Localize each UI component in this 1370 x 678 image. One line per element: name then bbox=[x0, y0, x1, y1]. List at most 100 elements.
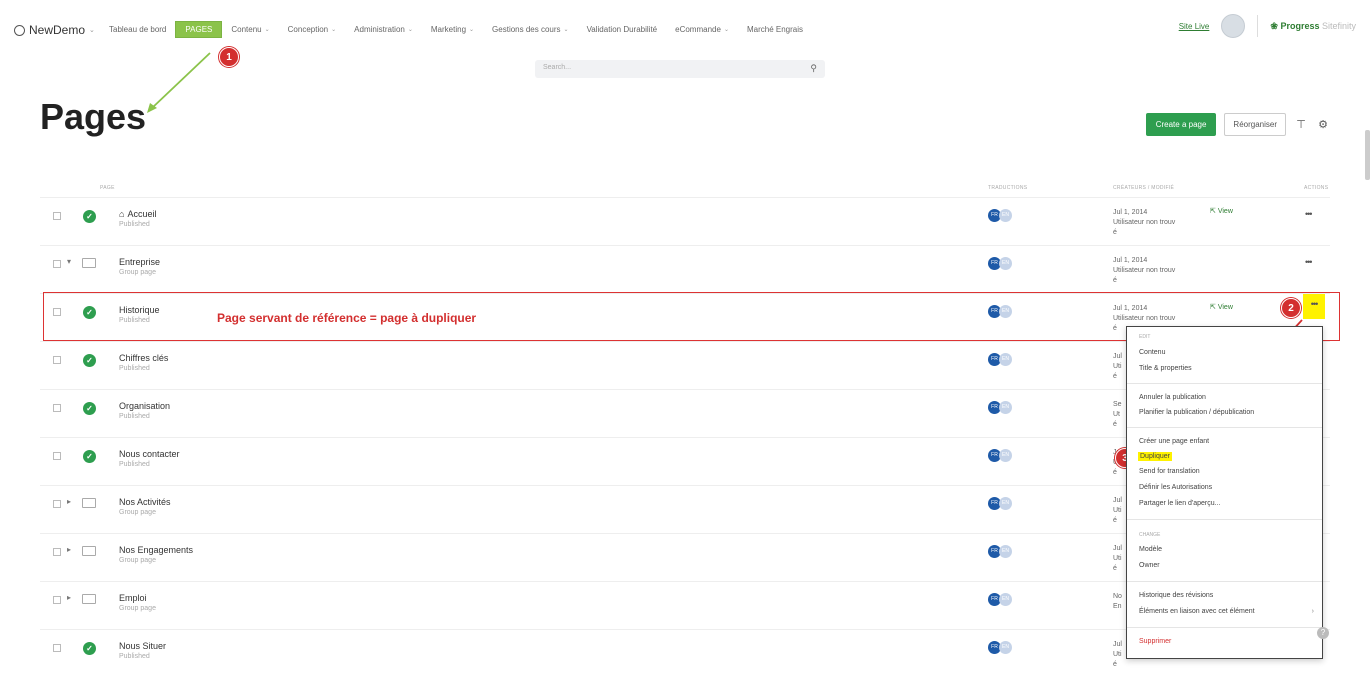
nav-item-9[interactable]: Marché Engrais bbox=[738, 21, 812, 38]
filter-icon[interactable]: ⊤ bbox=[1294, 118, 1308, 131]
expand-toggle-icon[interactable]: ▾ bbox=[67, 257, 71, 266]
menu-item-revision-history[interactable]: Historique des révisions bbox=[1139, 592, 1213, 599]
lang-badge-en[interactable]: EN bbox=[999, 401, 1012, 414]
nav-item-label: Validation Durabilité bbox=[586, 25, 658, 34]
expand-toggle-icon[interactable]: ▸ bbox=[67, 593, 71, 602]
menu-item-share-preview[interactable]: Partager le lien d'aperçu... bbox=[1139, 500, 1221, 507]
menu-item-owner[interactable]: Owner bbox=[1139, 562, 1160, 569]
translation-badges: FR EN bbox=[988, 257, 1012, 270]
vertical-scrollbar[interactable] bbox=[1365, 130, 1370, 180]
folder-icon bbox=[82, 594, 96, 604]
page-name[interactable]: Nos Engagements bbox=[119, 545, 193, 555]
nav-item-8[interactable]: eCommande ⌄ bbox=[666, 21, 738, 38]
row-checkbox[interactable] bbox=[53, 404, 61, 412]
menu-item-unpublish[interactable]: Annuler la publication bbox=[1139, 394, 1206, 401]
menu-header-edit: Edit bbox=[1139, 334, 1151, 340]
page-name[interactable]: Nos Activités bbox=[119, 497, 171, 507]
table-row[interactable]: ✓ ⌂ Accueil Published FR EN Jul 1, 2014 Utilisa… bbox=[40, 197, 1330, 246]
menu-item-title-properties[interactable]: Title & properties bbox=[1139, 365, 1192, 372]
expand-toggle-icon[interactable]: ▸ bbox=[67, 545, 71, 554]
row-checkbox[interactable] bbox=[53, 212, 61, 220]
gear-icon[interactable]: ⚙ bbox=[1316, 118, 1330, 131]
row-checkbox[interactable] bbox=[53, 452, 61, 460]
row-checkbox[interactable] bbox=[53, 356, 61, 364]
logo-suffix: Sitefinity bbox=[1321, 20, 1356, 31]
nav-item-5[interactable]: Marketing ⌄ bbox=[422, 21, 483, 38]
site-live-link[interactable]: Site Live bbox=[1179, 22, 1210, 31]
nav-item-3[interactable]: Conception ⌄ bbox=[279, 21, 346, 38]
menu-item-create-child[interactable]: Créer une page enfant bbox=[1139, 438, 1209, 445]
menu-item-related-items[interactable]: Éléments en liaison avec cet élément bbox=[1139, 608, 1255, 615]
page-name[interactable]: Entreprise bbox=[119, 257, 160, 267]
row-checkbox[interactable] bbox=[53, 260, 61, 268]
page-actions-menu: Edit Contenu Title & properties Annuler … bbox=[1126, 326, 1323, 659]
lang-badge-en[interactable]: EN bbox=[999, 545, 1012, 558]
nav-item-0[interactable]: Tableau de bord bbox=[100, 21, 175, 38]
more-actions-icon[interactable]: ••• bbox=[1305, 209, 1313, 219]
nav-item-7[interactable]: Validation Durabilité bbox=[578, 21, 667, 38]
menu-item-schedule[interactable]: Planifier la publication / dépublication bbox=[1139, 409, 1254, 416]
row-checkbox[interactable] bbox=[53, 596, 61, 604]
lang-badge-en[interactable]: EN bbox=[999, 353, 1012, 366]
modified-date: Jul bbox=[1113, 497, 1122, 504]
menu-item-template[interactable]: Modèle bbox=[1139, 546, 1162, 553]
site-name: NewDemo bbox=[29, 23, 86, 37]
nav-item-label: Conception bbox=[287, 25, 329, 34]
modified-date: Jul 1, 2014 bbox=[1113, 209, 1148, 216]
page-name[interactable]: Nous contacter bbox=[119, 449, 180, 459]
lang-badge-en[interactable]: EN bbox=[999, 449, 1012, 462]
help-icon[interactable]: ? bbox=[1317, 627, 1329, 639]
menu-item-permissions[interactable]: Définir les Autorisations bbox=[1139, 484, 1212, 491]
folder-icon bbox=[82, 498, 96, 508]
page-status: Published bbox=[119, 221, 150, 228]
site-selector[interactable]: NewDemo ⌄ bbox=[14, 23, 95, 37]
row-checkbox[interactable] bbox=[53, 644, 61, 652]
nav-item-label: Gestions des cours bbox=[492, 25, 561, 34]
view-link[interactable]: ⇱ View bbox=[1210, 207, 1233, 215]
modified-author: Uti bbox=[1113, 651, 1122, 658]
lang-badge-en[interactable]: EN bbox=[999, 209, 1012, 222]
nav-item-1[interactable]: PAGES bbox=[175, 21, 223, 38]
search-icon[interactable]: ⚲ bbox=[810, 63, 817, 74]
modified-info: Jul 1, 2014 Utilisateur non trouv é bbox=[1113, 208, 1223, 238]
top-navbar: NewDemo ⌄ Tableau de bord PAGES Contenu ⌄ Co… bbox=[0, 0, 1370, 48]
lang-badge-en[interactable]: EN bbox=[999, 257, 1012, 270]
nav-item-4[interactable]: Administration ⌄ bbox=[345, 21, 422, 38]
modified-author: Ut bbox=[1113, 411, 1120, 418]
page-status: Group page bbox=[119, 509, 156, 516]
lang-badge-en[interactable]: EN bbox=[999, 497, 1012, 510]
chevron-down-icon: ⌄ bbox=[469, 27, 475, 33]
create-page-button[interactable]: Create a page bbox=[1145, 113, 1217, 136]
translation-badges: FR EN bbox=[988, 545, 1012, 558]
translation-badges: FR EN bbox=[988, 401, 1012, 414]
page-name[interactable]: Chiffres clés bbox=[119, 353, 168, 363]
row-checkbox[interactable] bbox=[53, 500, 61, 508]
menu-item-contenu[interactable]: Contenu bbox=[1139, 349, 1165, 356]
home-icon: ⌂ bbox=[119, 209, 125, 219]
search-input[interactable]: Search... ⚲ bbox=[535, 60, 825, 78]
menu-item-delete[interactable]: Supprimer bbox=[1139, 638, 1171, 645]
menu-divider bbox=[1127, 383, 1322, 384]
reorganize-button[interactable]: Réorganiser bbox=[1224, 113, 1286, 136]
lang-badge-en[interactable]: EN bbox=[999, 641, 1012, 654]
more-actions-icon[interactable]: ••• bbox=[1305, 257, 1313, 267]
page-name[interactable]: ⌂ Accueil bbox=[119, 209, 156, 219]
expand-toggle-icon[interactable]: ▸ bbox=[67, 497, 71, 506]
page-name-text: Nous Situer bbox=[119, 641, 167, 651]
avatar[interactable] bbox=[1221, 14, 1246, 38]
menu-item-duplicate[interactable]: Dupliquer bbox=[1138, 452, 1172, 461]
page-name[interactable]: Nous Situer bbox=[119, 641, 166, 651]
nav-item-label: PAGES bbox=[185, 25, 213, 34]
published-check-icon: ✓ bbox=[83, 210, 96, 223]
nav-item-6[interactable]: Gestions des cours ⌄ bbox=[483, 21, 578, 38]
nav-item-2[interactable]: Contenu ⌄ bbox=[222, 21, 278, 38]
lang-badge-en[interactable]: EN bbox=[999, 593, 1012, 606]
menu-item-send-translation[interactable]: Send for translation bbox=[1139, 468, 1200, 475]
nav-item-label: Contenu bbox=[231, 25, 262, 34]
nav-item-label: Administration bbox=[354, 25, 405, 34]
row-checkbox[interactable] bbox=[53, 548, 61, 556]
translation-badges: FR EN bbox=[988, 209, 1012, 222]
page-name[interactable]: Organisation bbox=[119, 401, 170, 411]
page-name[interactable]: Emploi bbox=[119, 593, 147, 603]
table-row[interactable]: ▾ Entreprise Group page FR EN Jul 1, 2014 Util… bbox=[40, 245, 1330, 294]
